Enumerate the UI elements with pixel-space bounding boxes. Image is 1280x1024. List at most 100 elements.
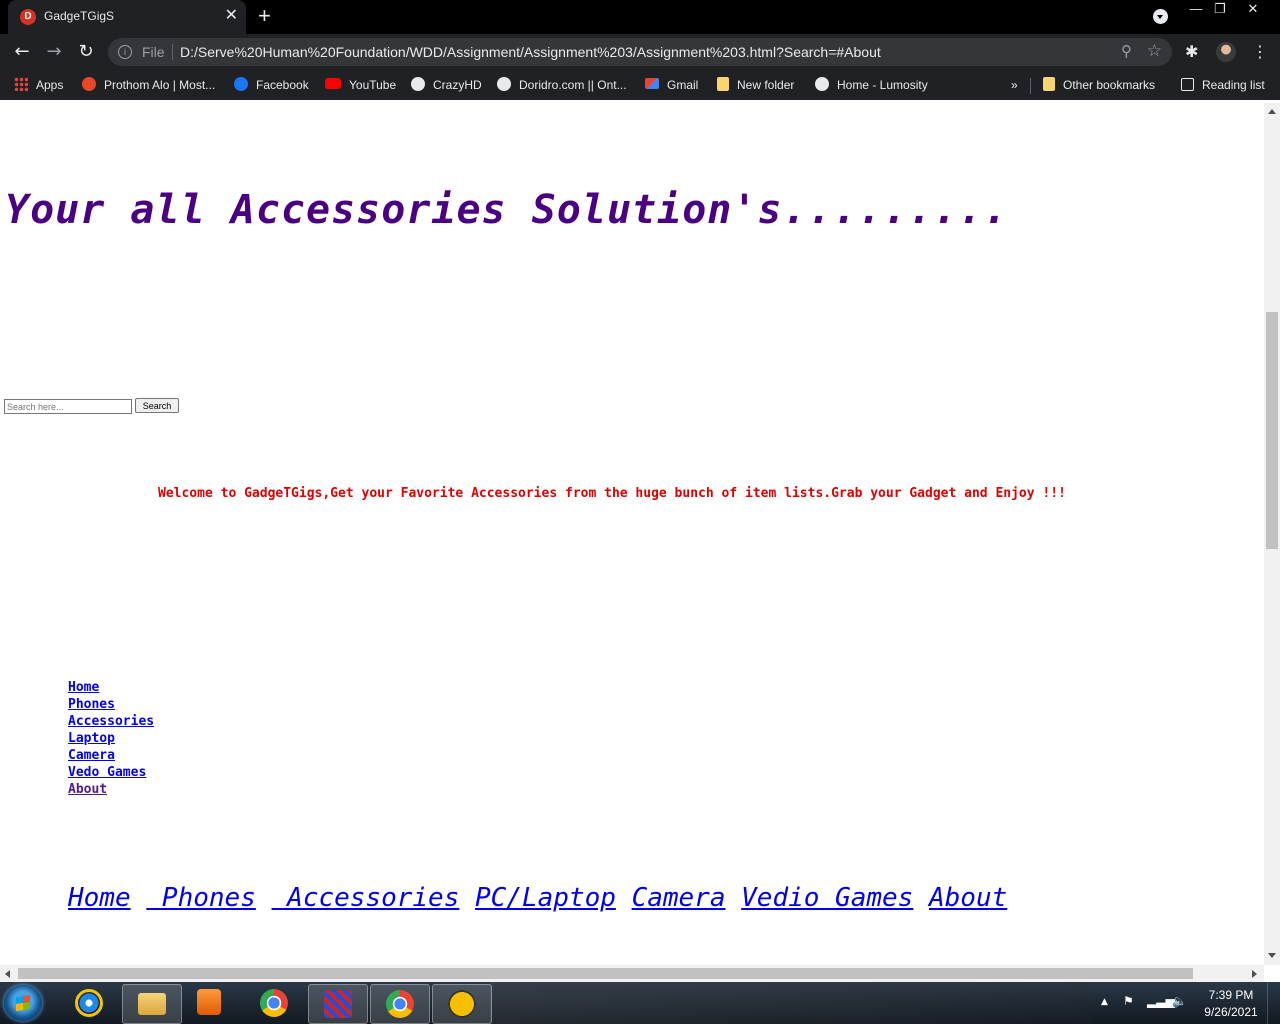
vnav-link-games[interactable]: Vedo Games	[68, 764, 154, 781]
vertical-scrollbar[interactable]	[1264, 103, 1280, 965]
minimize-icon[interactable]: —	[1183, 0, 1209, 20]
extensions-icon[interactable]: ✱	[1185, 42, 1198, 61]
volume-icon[interactable]: 🔈	[1172, 994, 1187, 1008]
bookmarks-divider	[1030, 78, 1031, 94]
other-bookmarks[interactable]: Other bookmarks	[1043, 77, 1155, 93]
bookmark-crazyhd[interactable]: CrazyHD	[411, 77, 482, 93]
clock-date: 9/26/2021	[1204, 1005, 1258, 1019]
vnav-link-camera[interactable]: Camera	[68, 747, 154, 764]
bookmark-gmail[interactable]: Gmail	[645, 77, 698, 93]
bookmark-doridro[interactable]: Doridro.com || Ont...	[497, 77, 627, 93]
scroll-down-icon[interactable]	[1268, 953, 1276, 958]
vertical-scroll-thumb[interactable]	[1266, 312, 1278, 549]
horizontal-nav: Home Phones Accessories PC/Laptop Camera…	[68, 883, 1007, 913]
hnav-link-about[interactable]: About	[929, 883, 1007, 913]
youtube-icon	[325, 78, 341, 89]
bookmark-label: Home - Lumosity	[837, 78, 928, 92]
internet-explorer-icon	[75, 989, 103, 1017]
bookmark-lumosity[interactable]: Home - Lumosity	[815, 77, 928, 93]
chrome-icon	[260, 989, 288, 1017]
taskbar-chrome-profile[interactable]	[370, 984, 430, 1024]
facebook-icon	[234, 77, 248, 91]
clock-time: 7:39 PM	[1208, 988, 1254, 1002]
bookmark-label: Doridro.com || Ont...	[519, 78, 627, 92]
bookmark-label: Reading list	[1202, 78, 1265, 92]
tray-overflow-icon[interactable]: ▲	[1101, 997, 1108, 1007]
hnav-link-pc-laptop[interactable]: PC/Laptop	[475, 883, 616, 913]
browser-tab[interactable]: D GadgeTGigS ✕	[8, 0, 246, 34]
system-clock[interactable]: 7:39 PM 9/26/2021	[1196, 987, 1266, 1021]
back-icon[interactable]: ←	[10, 40, 34, 64]
taskbar-ie[interactable]	[60, 984, 118, 1022]
chrome-profile-icon	[386, 990, 414, 1018]
profile-avatar[interactable]	[1216, 42, 1236, 62]
folder-icon	[717, 77, 729, 91]
page-viewport: Your all Accessories Solution's.........…	[0, 103, 1264, 965]
bookmark-prothom-alo[interactable]: Prothom Alo | Most...	[82, 77, 215, 93]
tab-search-icon[interactable]	[1153, 9, 1168, 24]
reload-icon[interactable]: ↻	[74, 40, 98, 64]
prothom-alo-icon	[82, 77, 96, 91]
vnav-link-accessories[interactable]: Accessories	[68, 713, 154, 730]
taskbar-explorer[interactable]	[122, 984, 182, 1024]
window-close-icon[interactable]: ✕	[1240, 0, 1266, 20]
bookmark-apps[interactable]: Apps	[14, 77, 63, 93]
show-desktop-button[interactable]	[1267, 982, 1280, 1024]
welcome-message: Welcome to GadgeTGigs,Get your Favorite …	[158, 486, 1066, 501]
bookmark-star-icon[interactable]: ☆	[1147, 41, 1162, 61]
apps-grid-icon	[14, 77, 28, 91]
scroll-up-icon[interactable]	[1268, 109, 1276, 114]
globe-icon	[497, 77, 511, 91]
bookmarks-overflow-button[interactable]: »	[1011, 77, 1018, 93]
taskbar-game-app[interactable]	[308, 984, 368, 1024]
hnav-link-accessories[interactable]: Accessories	[272, 883, 459, 913]
reading-list[interactable]: Reading list	[1181, 77, 1265, 93]
taskbar-network-app[interactable]	[432, 984, 492, 1024]
vnav-link-laptop[interactable]: Laptop	[68, 730, 154, 747]
tab-title: GadgeTGigS	[44, 9, 115, 23]
vnav-link-home[interactable]: Home	[68, 679, 154, 696]
vertical-nav: Home Phones Accessories Laptop Camera Ve…	[68, 679, 154, 798]
horizontal-scroll-thumb[interactable]	[18, 968, 1193, 979]
chrome-menu-icon[interactable]: ⋮	[1252, 42, 1268, 62]
bookmark-label: Apps	[36, 78, 64, 92]
globe-app-icon	[448, 990, 476, 1018]
address-url[interactable]: D:/Serve%20Human%20Foundation/WDD/Assign…	[180, 44, 881, 60]
bookmark-label: Prothom Alo | Most...	[104, 78, 216, 92]
search-input[interactable]	[4, 399, 132, 414]
taskbar-chrome[interactable]	[245, 984, 303, 1022]
forward-icon[interactable]: →	[42, 40, 66, 64]
action-center-flag-icon[interactable]: ⚑	[1123, 994, 1134, 1008]
gmail-icon	[645, 78, 659, 89]
address-bar[interactable]: i File D:/Serve%20Human%20Foundation/WDD…	[108, 38, 1172, 66]
scroll-left-icon[interactable]	[5, 970, 10, 978]
hnav-link-phones[interactable]: Phones	[146, 883, 256, 913]
site-info-icon[interactable]: i	[118, 45, 132, 59]
tab-strip: D GadgeTGigS ✕ + — ❐ ✕	[0, 0, 1280, 34]
restore-icon[interactable]: ❐	[1207, 0, 1233, 20]
globe-icon	[411, 77, 425, 91]
close-tab-icon[interactable]: ✕	[225, 7, 238, 25]
bookmark-youtube[interactable]: YouTube	[325, 77, 396, 93]
new-tab-icon[interactable]: +	[258, 4, 271, 28]
network-signal-icon[interactable]: ▂▃▅	[1147, 994, 1175, 1008]
bookmark-new-folder[interactable]: New folder	[717, 77, 794, 93]
taskbar-media-player[interactable]	[182, 984, 240, 1022]
taskbar-background	[490, 982, 1090, 1024]
horizontal-scrollbar[interactable]	[0, 965, 1264, 982]
address-scheme-label: File	[142, 44, 165, 60]
hnav-link-games[interactable]: Vedio Games	[741, 883, 913, 913]
start-button-icon[interactable]	[4, 985, 42, 1021]
globe-icon	[815, 77, 829, 91]
search-button[interactable]: Search	[135, 398, 179, 413]
browser-toolbar: ← → ↻ i File D:/Serve%20Human%20Foundati…	[0, 34, 1280, 70]
scroll-right-icon[interactable]	[1252, 970, 1257, 978]
hero-heading: Your all Accessories Solution's.........	[5, 187, 1009, 233]
hnav-link-home[interactable]: Home	[68, 883, 131, 913]
vnav-link-about[interactable]: About	[68, 781, 154, 798]
zoom-icon[interactable]: ⚲	[1121, 42, 1132, 60]
vnav-link-phones[interactable]: Phones	[68, 696, 154, 713]
bookmark-label: Gmail	[667, 78, 699, 92]
hnav-link-camera[interactable]: Camera	[632, 883, 726, 913]
bookmark-facebook[interactable]: Facebook	[234, 77, 309, 93]
